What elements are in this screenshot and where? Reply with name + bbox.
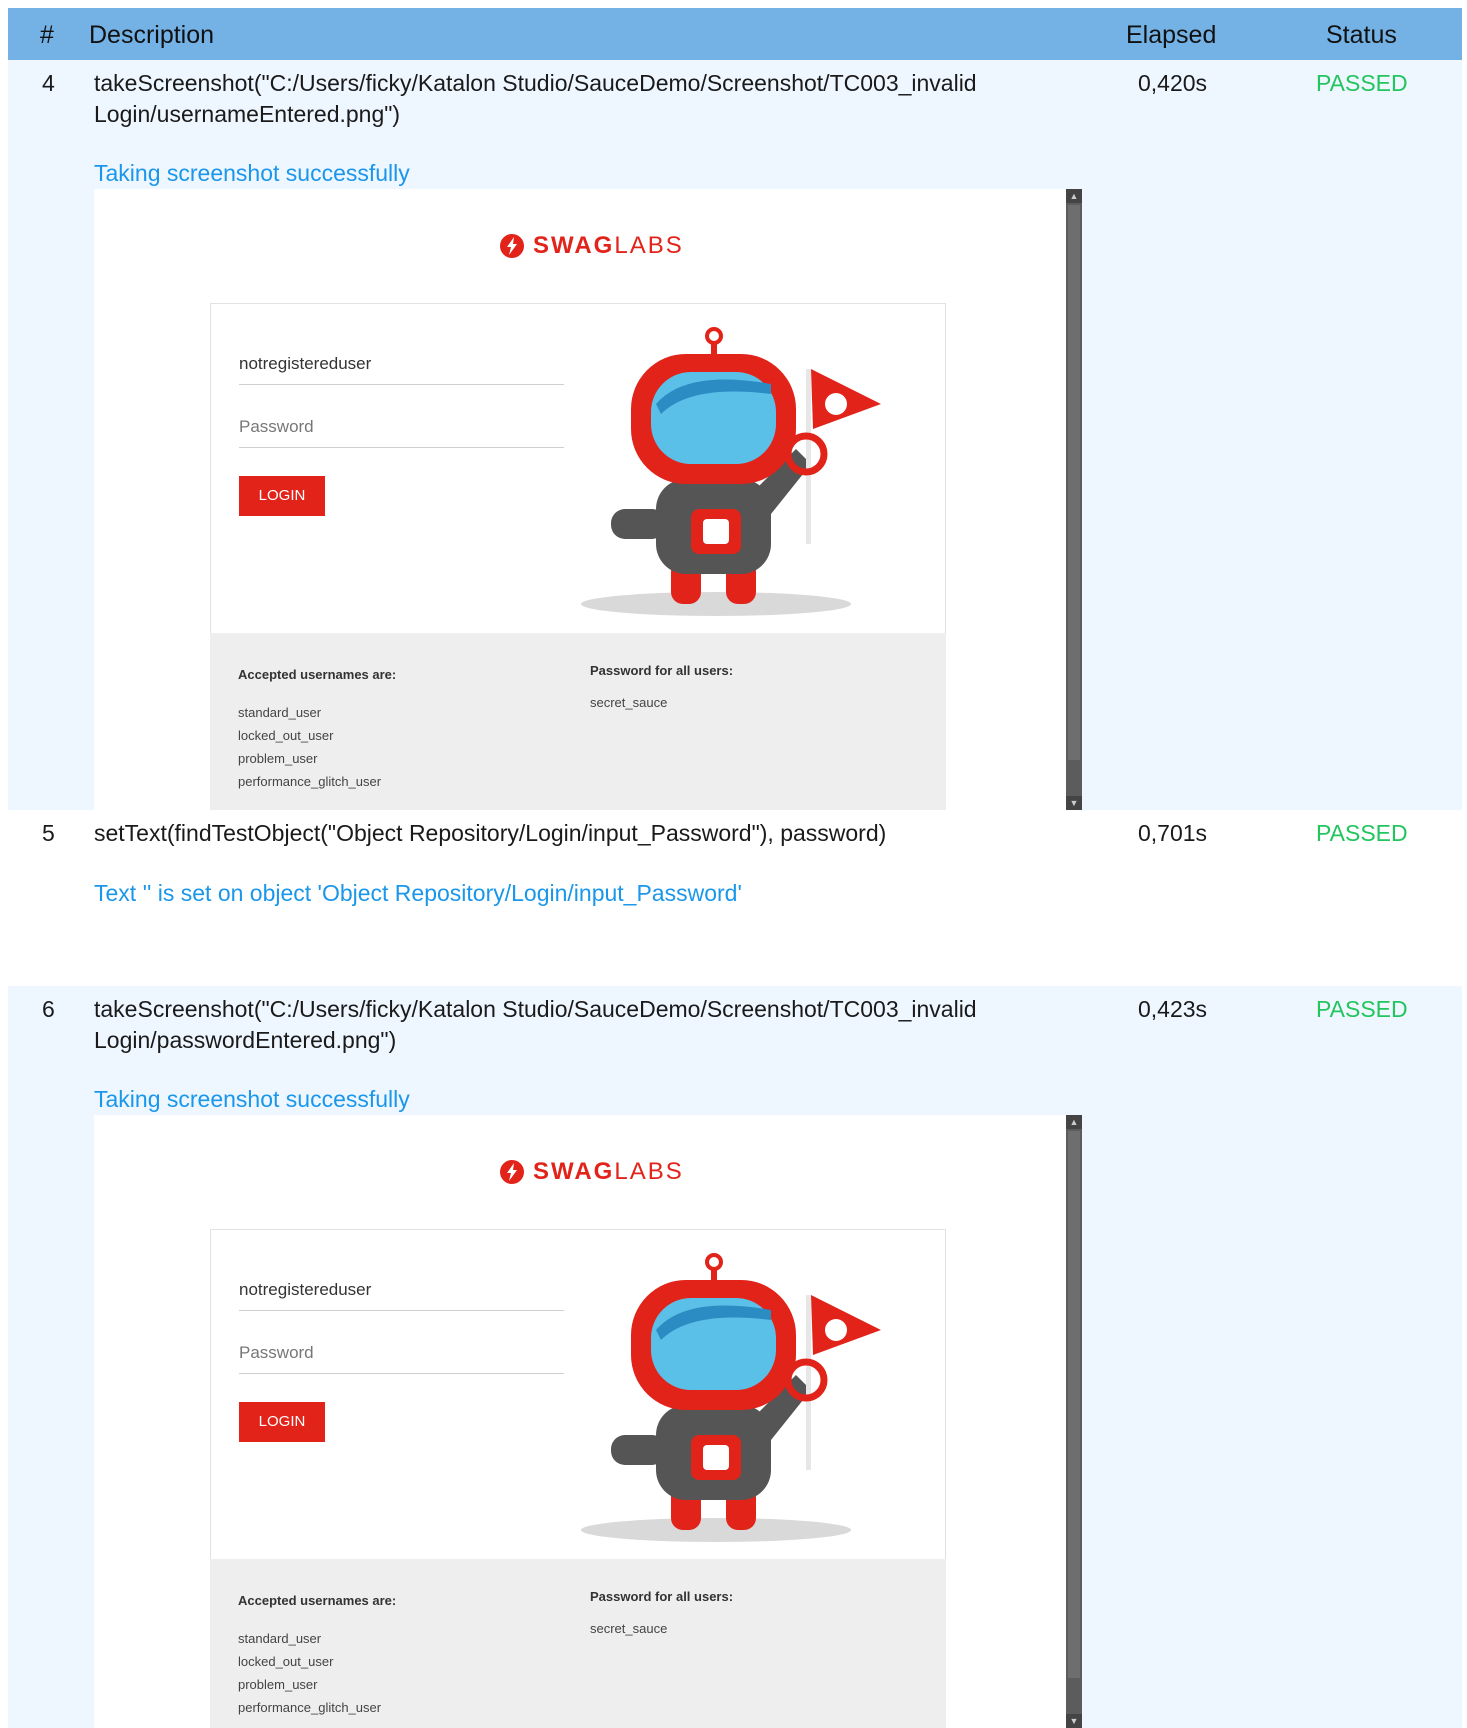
username-field[interactable]: notregistereduser bbox=[239, 344, 564, 385]
login-form: notregistereduser Password LOGIN bbox=[210, 1229, 946, 1561]
screenshot-scrollbar[interactable]: ▲ ▼ bbox=[1066, 1115, 1082, 1728]
password-value: secret_sauce bbox=[590, 695, 668, 710]
step-message: Text '' is set on object 'Object Reposit… bbox=[94, 880, 742, 906]
swaglabs-logo-icon bbox=[500, 1160, 524, 1184]
step-elapsed: 0,423s bbox=[1138, 996, 1208, 1022]
col-description: Description bbox=[89, 21, 215, 49]
step-number: 5 bbox=[42, 820, 55, 846]
scroll-down-icon[interactable]: ▼ bbox=[1066, 796, 1082, 810]
table-header: # Description Elapsed Status bbox=[8, 8, 1462, 60]
screenshot-scrollbar[interactable]: ▲ ▼ bbox=[1066, 189, 1082, 810]
table-row: 4 takeScreenshot("C:/Users/ficky/Katalon… bbox=[8, 60, 1462, 810]
swaglabs-logo: SWAGLABS bbox=[499, 1157, 684, 1187]
scroll-thumb[interactable] bbox=[1068, 205, 1080, 760]
step-number: 4 bbox=[42, 70, 55, 96]
col-elapsed: Elapsed bbox=[1126, 21, 1217, 49]
password-value: secret_sauce bbox=[590, 1621, 668, 1636]
step-status: PASSED bbox=[1316, 70, 1408, 96]
password-title: Password for all users: bbox=[590, 663, 734, 678]
accepted-usernames-title: Accepted usernames are: bbox=[238, 1593, 397, 1608]
password-title: Password for all users: bbox=[590, 1589, 734, 1604]
scroll-up-icon[interactable]: ▲ bbox=[1066, 1115, 1082, 1129]
step-status: PASSED bbox=[1316, 820, 1408, 846]
password-field[interactable]: Password bbox=[239, 407, 564, 448]
credentials-panel: Accepted usernames are: standard_user lo… bbox=[210, 633, 946, 810]
swaglabs-logo-icon bbox=[500, 234, 524, 258]
step-message: Taking screenshot successfully bbox=[94, 1086, 410, 1112]
col-num: # bbox=[40, 21, 54, 49]
screenshot-image: SWAGLABS notregistereduser Password LOGI… bbox=[94, 189, 1082, 810]
step-status: PASSED bbox=[1316, 996, 1408, 1022]
mascot-image bbox=[581, 1253, 881, 1542]
scroll-down-icon[interactable]: ▼ bbox=[1066, 1714, 1082, 1728]
login-form: notregistereduser Password LOGIN bbox=[210, 303, 946, 635]
step-message: Taking screenshot successfully bbox=[94, 160, 410, 186]
step-elapsed: 0,420s bbox=[1138, 70, 1208, 96]
login-button[interactable]: LOGIN bbox=[239, 476, 325, 516]
username-field[interactable]: notregistereduser bbox=[239, 1270, 564, 1311]
credentials-panel: Accepted usernames are: standard_user lo… bbox=[210, 1559, 946, 1728]
step-description: takeScreenshot("C:/Users/ficky/Katalon S… bbox=[94, 70, 977, 127]
step-elapsed: 0,701s bbox=[1138, 820, 1208, 846]
swaglabs-logo: SWAGLABS bbox=[499, 231, 684, 261]
username-list: standard_user locked_out_user problem_us… bbox=[238, 1631, 382, 1715]
step-number: 6 bbox=[42, 996, 55, 1022]
step-description: setText(findTestObject("Object Repositor… bbox=[94, 820, 887, 846]
username-list: standard_user locked_out_user problem_us… bbox=[238, 705, 382, 789]
table-row: 6 takeScreenshot("C:/Users/ficky/Katalon… bbox=[8, 986, 1462, 1728]
accepted-usernames-title: Accepted usernames are: bbox=[238, 667, 397, 682]
mascot-image bbox=[581, 327, 881, 616]
col-status: Status bbox=[1326, 21, 1397, 49]
screenshot-image: SWAGLABS notregistereduser Password LOGI… bbox=[94, 1115, 1082, 1728]
login-button[interactable]: LOGIN bbox=[239, 1402, 325, 1442]
table-row: 5 setText(findTestObject("Object Reposit… bbox=[8, 810, 1462, 960]
scroll-thumb[interactable] bbox=[1068, 1131, 1080, 1678]
password-field[interactable]: Password bbox=[239, 1333, 564, 1374]
scroll-up-icon[interactable]: ▲ bbox=[1066, 189, 1082, 203]
step-description: takeScreenshot("C:/Users/ficky/Katalon S… bbox=[94, 996, 977, 1053]
